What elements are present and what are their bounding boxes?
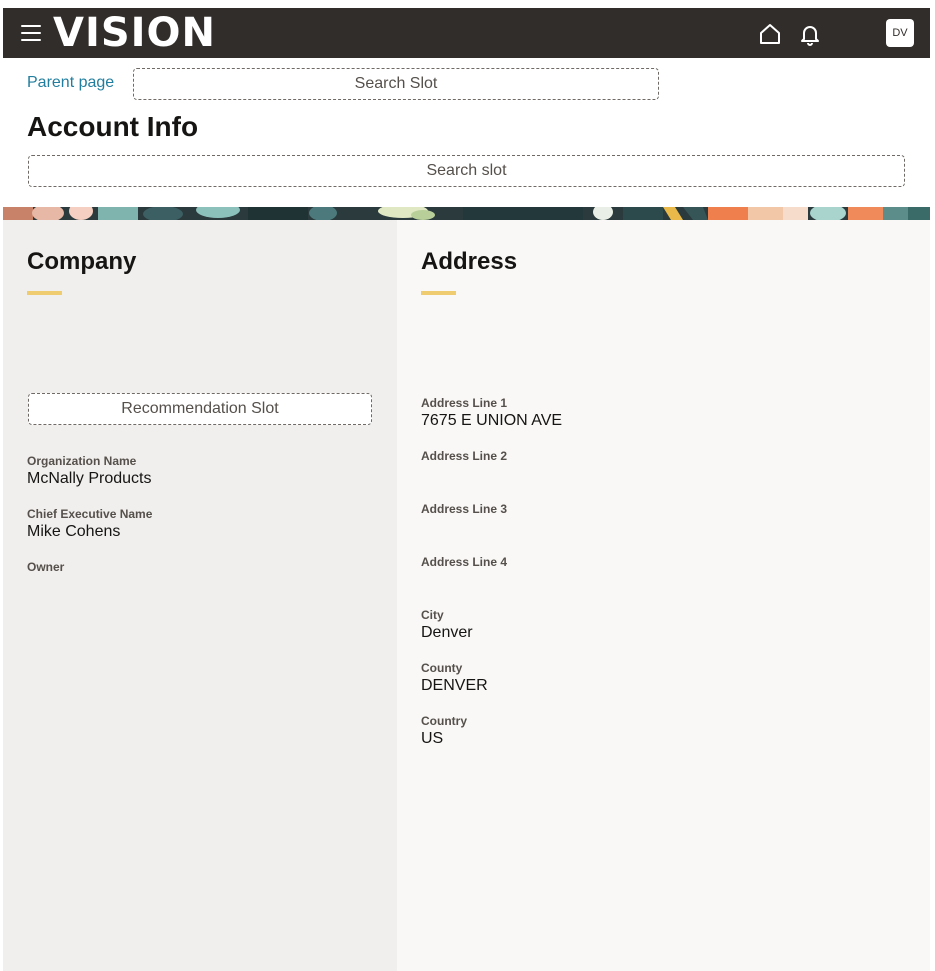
field-label: Address Line 2 — [421, 449, 508, 463]
organization-name-field: Organization Name McNally Products — [27, 453, 151, 489]
field-label: Organization Name — [27, 454, 137, 468]
hamburger-menu-icon[interactable] — [21, 25, 41, 41]
bell-icon[interactable] — [798, 22, 822, 46]
field-value: 7675 E UNION AVE — [421, 412, 563, 429]
county-field: County DENVER — [421, 660, 488, 696]
address-panel: Address Address Line 1 7675 E UNION AVE … — [397, 220, 930, 971]
field-value — [421, 570, 507, 590]
company-title: Company — [27, 248, 137, 275]
city-field: City Denver — [421, 607, 473, 643]
recommendation-slot[interactable]: Recommendation Slot — [28, 393, 372, 425]
address-line-4-field: Address Line 4 — [421, 554, 507, 590]
page-title: Account Info — [27, 111, 199, 142]
address-line-2-field: Address Line 2 — [421, 448, 507, 484]
user-avatar[interactable]: DV — [886, 19, 914, 47]
field-value — [27, 575, 64, 595]
field-label: Address Line 1 — [421, 396, 508, 410]
field-value — [421, 464, 507, 484]
owner-field: Owner — [27, 559, 64, 595]
address-line-1-field: Address Line 1 7675 E UNION AVE — [421, 395, 562, 431]
parent-page-link[interactable]: Parent page — [27, 74, 114, 92]
company-title-accent — [27, 291, 62, 295]
field-label: County — [421, 661, 463, 675]
country-field: Country US — [421, 713, 467, 749]
field-value: Mike Cohens — [27, 523, 121, 540]
search-slot-wide[interactable]: Search slot — [28, 155, 905, 187]
field-label: Owner — [27, 560, 65, 574]
field-value: Denver — [421, 624, 473, 641]
field-value: McNally Products — [27, 470, 152, 487]
app-frame: VISION DV Parent page Search Slot Accoun… — [3, 8, 930, 971]
field-value — [421, 517, 507, 537]
field-label: Address Line 3 — [421, 502, 508, 516]
field-value: DENVER — [421, 677, 488, 694]
address-title: Address — [421, 248, 518, 275]
field-label: Chief Executive Name — [27, 507, 153, 521]
vision-logo: VISION — [53, 10, 217, 56]
decorative-banner — [3, 207, 930, 220]
search-slot-top[interactable]: Search Slot — [133, 68, 659, 100]
field-label: Address Line 4 — [421, 555, 508, 569]
chief-executive-name-field: Chief Executive Name Mike Cohens — [27, 506, 152, 542]
top-bar: VISION DV — [3, 8, 930, 58]
home-icon[interactable] — [758, 22, 782, 46]
field-label: City — [421, 608, 444, 622]
field-value: US — [421, 730, 444, 747]
address-line-3-field: Address Line 3 — [421, 501, 507, 537]
company-panel: Company Recommendation Slot Organization… — [3, 220, 397, 971]
field-label: Country — [421, 714, 467, 728]
address-title-accent — [421, 291, 456, 295]
